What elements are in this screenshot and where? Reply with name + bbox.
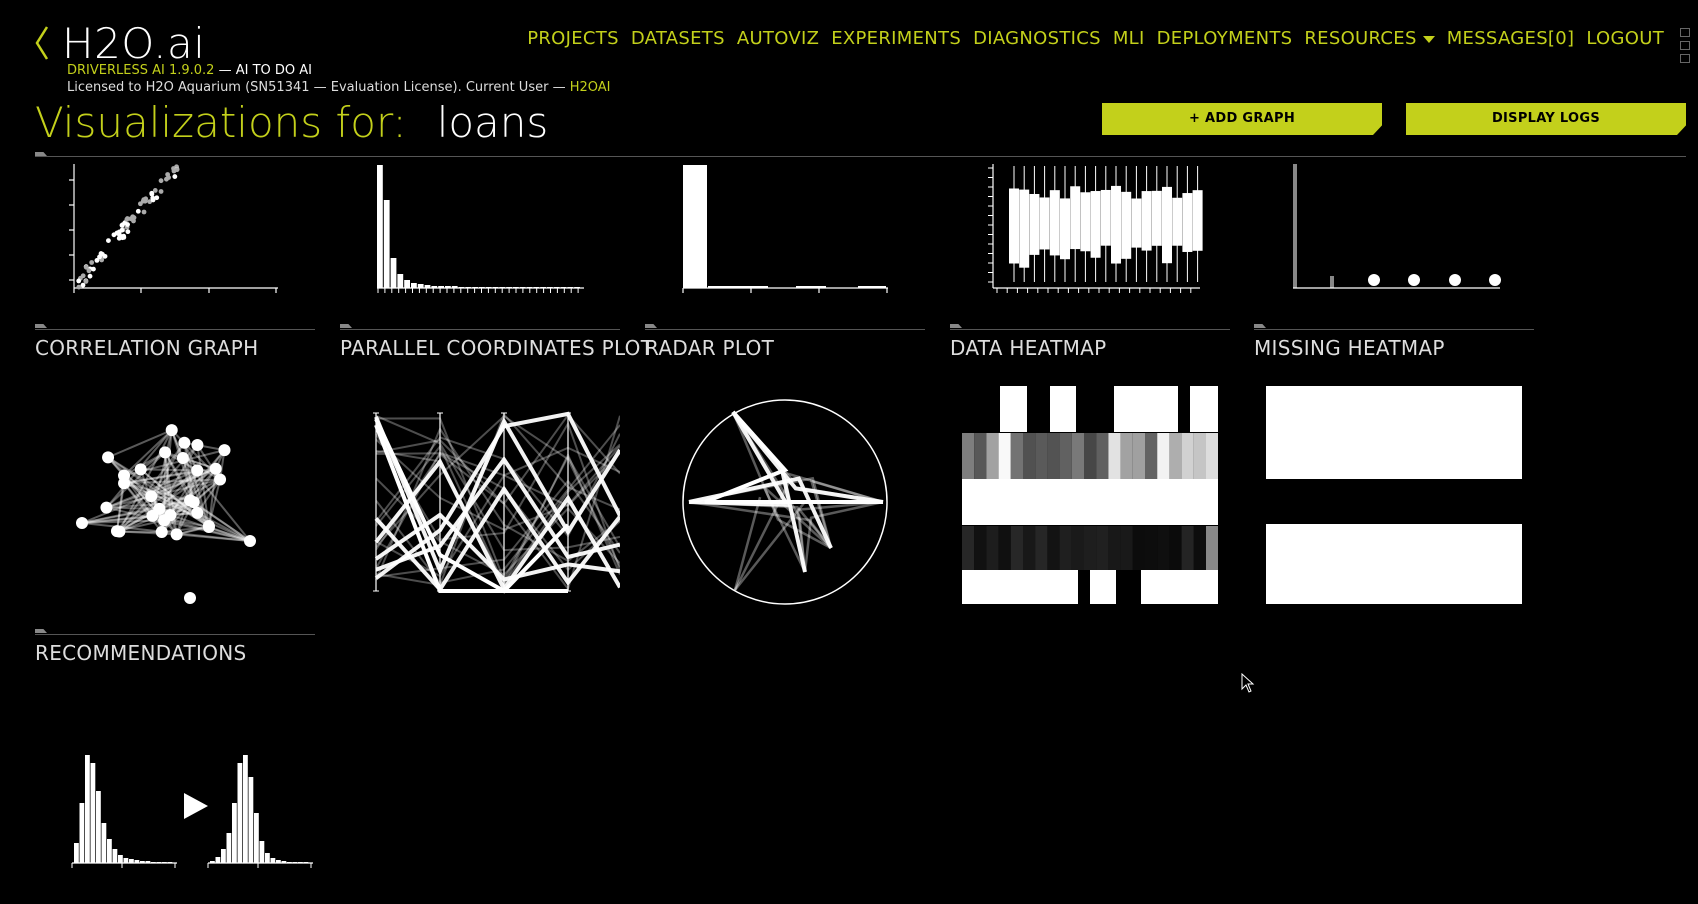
tab-marker: [1254, 324, 1266, 328]
product-version: DRIVERLESS AI 1.9.0.2: [67, 63, 215, 78]
data-heatmap-thumbnail[interactable]: [962, 386, 1218, 604]
nav-experiments[interactable]: EXPERIMENTS: [831, 28, 961, 49]
dataset-name: loans: [436, 98, 549, 147]
nav-resources[interactable]: RESOURCES: [1304, 28, 1435, 49]
parallel-coordinates-thumbnail[interactable]: [368, 405, 620, 597]
title-prefix: Visualizations for:: [35, 98, 407, 147]
current-user: H2OAI: [569, 80, 611, 95]
display-logs-button[interactable]: DISPLAY LOGS: [1406, 103, 1686, 135]
tile-divider: [340, 329, 620, 330]
license-text: Licensed to H2O Aquarium (SN51341 — Eval…: [67, 80, 570, 95]
radar-plot-thumbnail[interactable]: [675, 398, 895, 606]
nav-messages[interactable]: MESSAGES[0]: [1447, 28, 1575, 49]
tab-marker: [340, 324, 352, 328]
logo: H2O.ai: [62, 18, 206, 68]
tile-divider: [1254, 329, 1534, 330]
nav-logout[interactable]: LOGOUT: [1586, 28, 1664, 49]
boxplot-thumbnail[interactable]: [985, 160, 1205, 295]
tab-marker: [35, 324, 47, 328]
nav-projects[interactable]: PROJECTS: [527, 28, 619, 49]
boxplot-boxes: [1009, 166, 1203, 282]
tile-label: RADAR PLOT: [645, 336, 775, 360]
tile-label: RECOMMENDATIONS: [35, 641, 247, 665]
nav-diagnostics[interactable]: DIAGNOSTICS: [973, 28, 1101, 49]
tab-marker: [35, 629, 47, 633]
tab-marker: [645, 324, 657, 328]
correlation-network-thumbnail[interactable]: [60, 395, 280, 610]
page-title: Visualizations for: loans: [35, 98, 548, 147]
top-nav: PROJECTS DATASETS AUTOVIZ EXPERIMENTS DI…: [527, 28, 1664, 49]
tile-label: MISSING HEATMAP: [1254, 336, 1445, 360]
scatter-points: [76, 164, 180, 290]
chevron-left-icon[interactable]: [34, 25, 50, 61]
caret-down-icon: [1422, 36, 1435, 43]
histogram-bars: [377, 165, 580, 288]
tile-divider: [645, 329, 925, 330]
nav-resources-label: RESOURCES: [1304, 28, 1417, 49]
tile-divider: [35, 634, 315, 635]
tile-divider: [950, 329, 1230, 330]
nav-datasets[interactable]: DATASETS: [631, 28, 725, 49]
missing-heatmap-thumbnail[interactable]: [1266, 386, 1522, 604]
header-divider: [35, 156, 1686, 157]
mouse-pointer-icon: [1241, 673, 1255, 693]
histogram-thumbnail[interactable]: [372, 160, 592, 295]
tile-label: PARALLEL COORDINATES PLOT: [340, 336, 654, 360]
nav-deployments[interactable]: DEPLOYMENTS: [1157, 28, 1293, 49]
grid-menu-icon[interactable]: [1680, 28, 1690, 63]
tab-marker: [35, 152, 47, 156]
tab-marker: [950, 324, 962, 328]
nav-mli[interactable]: MLI: [1113, 28, 1145, 49]
tagline: — AI TO DO AI: [214, 63, 312, 78]
bar-chart-thumbnail[interactable]: [678, 160, 898, 295]
scatterplot-thumbnail[interactable]: [66, 160, 286, 295]
add-graph-button[interactable]: + ADD GRAPH: [1102, 103, 1382, 135]
dotplot-thumbnail[interactable]: [1290, 160, 1510, 295]
nav-autoviz[interactable]: AUTOVIZ: [737, 28, 819, 49]
version-line: DRIVERLESS AI 1.9.0.2 — AI TO DO AI: [67, 63, 312, 78]
tile-divider: [35, 329, 315, 330]
tile-label: DATA HEATMAP: [950, 336, 1107, 360]
license-line: Licensed to H2O Aquarium (SN51341 — Eval…: [67, 80, 610, 95]
logo-row: H2O.ai: [34, 18, 205, 68]
tile-label: CORRELATION GRAPH: [35, 336, 259, 360]
recommendations-thumbnail[interactable]: [66, 745, 326, 870]
